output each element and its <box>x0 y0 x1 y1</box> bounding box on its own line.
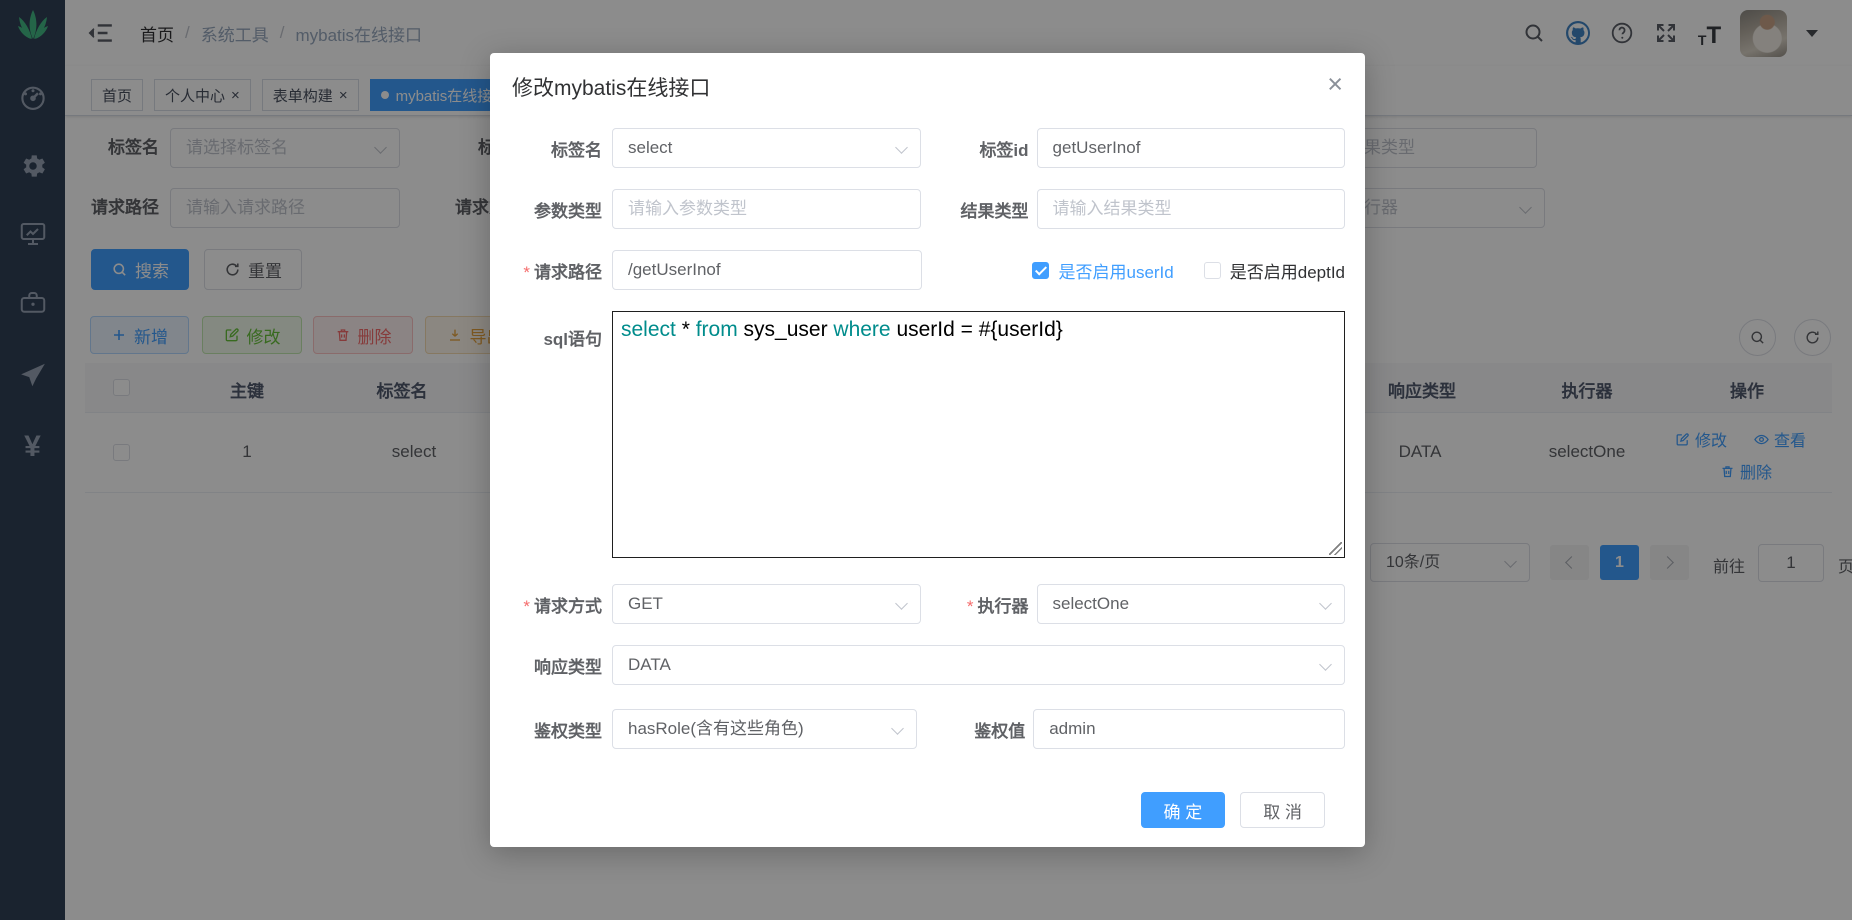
dialog-body: 标签名 select 标签id 参数类型 结果类型 请求路径 <box>490 103 1365 828</box>
form-row-7: 鉴权类型 hasRole(含有这些角色) 鉴权值 <box>510 709 1345 749</box>
auth-type-label: 鉴权类型 <box>510 717 602 742</box>
tag-id-label: 标签id <box>929 136 1029 161</box>
close-icon[interactable]: × <box>1327 71 1343 98</box>
auth-value-input[interactable] <box>1033 709 1345 749</box>
tag-name-select[interactable]: select <box>612 128 921 168</box>
tag-id-input[interactable] <box>1037 128 1345 168</box>
form-row-1: 标签名 select 标签id <box>510 128 1345 168</box>
result-type-label: 结果类型 <box>929 197 1029 222</box>
resize-grip-icon[interactable] <box>1329 542 1342 555</box>
enable-deptid-checkbox[interactable]: 是否启用deptId <box>1204 258 1345 283</box>
chevron-down-icon <box>1319 658 1332 671</box>
form-row-2: 参数类型 结果类型 <box>510 189 1345 229</box>
response-type-select[interactable]: DATA <box>612 645 1345 685</box>
sql-label: sql语句 <box>510 325 602 350</box>
confirm-button[interactable]: 确 定 <box>1141 792 1226 828</box>
checkbox-box-icon <box>1204 262 1221 279</box>
result-type-input[interactable] <box>1037 189 1346 229</box>
dialog-header: 修改mybatis在线接口 × <box>490 53 1365 103</box>
request-method-select[interactable]: GET <box>612 584 921 624</box>
form-row-sql: sql语句 select * from sys_user where userI… <box>510 311 1345 558</box>
request-path-input[interactable] <box>612 250 922 290</box>
auth-type-select[interactable]: hasRole(含有这些角色) <box>612 709 917 749</box>
enable-userid-checkbox[interactable]: 是否启用userId <box>1032 258 1173 283</box>
dialog-footer: 确 定 取 消 <box>510 792 1325 828</box>
chevron-down-icon <box>895 141 908 154</box>
form-row-3: 请求路径 是否启用userId 是否启用deptId <box>510 250 1345 290</box>
executor-label: 执行器 <box>929 592 1029 617</box>
edit-dialog: 修改mybatis在线接口 × 标签名 select 标签id 参数类型 结果类… <box>490 53 1365 847</box>
response-type-label: 响应类型 <box>510 653 602 678</box>
param-type-label: 参数类型 <box>510 197 602 222</box>
param-type-input[interactable] <box>612 189 921 229</box>
dialog-title: 修改mybatis在线接口 <box>512 77 710 100</box>
request-path-label: 请求路径 <box>510 258 602 283</box>
checkbox-group: 是否启用userId 是否启用deptId <box>1032 258 1345 283</box>
auth-value-label: 鉴权值 <box>925 717 1025 742</box>
form-row-6: 响应类型 DATA <box>510 645 1345 685</box>
checkbox-check-icon <box>1032 262 1049 279</box>
app-root: ¥ 首页 / 系统工具 / mybatis在线接口 <box>0 0 1852 920</box>
chevron-down-icon <box>891 722 904 735</box>
request-method-label: 请求方式 <box>510 592 602 617</box>
cancel-button[interactable]: 取 消 <box>1240 792 1325 828</box>
chevron-down-icon <box>895 597 908 610</box>
chevron-down-icon <box>1319 597 1332 610</box>
form-row-5: 请求方式 GET 执行器 selectOne <box>510 584 1345 624</box>
tag-name-label: 标签名 <box>510 136 602 161</box>
executor-select[interactable]: selectOne <box>1037 584 1346 624</box>
sql-code-editor[interactable]: select * from sys_user where userId = #{… <box>612 311 1345 558</box>
